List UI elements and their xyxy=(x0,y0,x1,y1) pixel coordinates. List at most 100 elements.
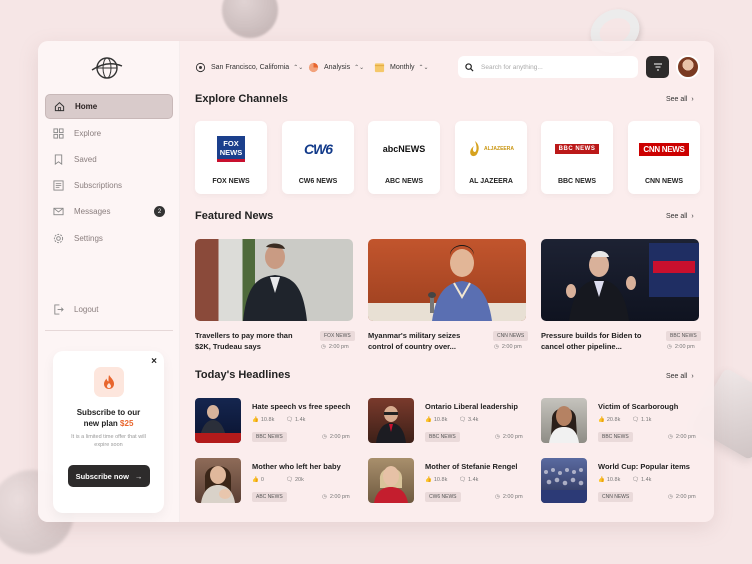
headline-title[interactable]: Hate speech vs free speech xyxy=(252,402,350,411)
headline-thumbnail[interactable] xyxy=(541,398,587,443)
headline-title[interactable]: Victim of Scarborough xyxy=(598,402,678,411)
sidebar-item-label: Saved xyxy=(74,155,97,164)
timestamp: ◷ 2:00 pm xyxy=(495,494,523,500)
subscription-promo-card: × Subscribe to our new plan $25 It is a l… xyxy=(53,351,164,513)
channel-card-cw6[interactable]: CW6 CW6 NEWS xyxy=(282,121,354,194)
app-window: Home Explore Saved Subscriptions Message… xyxy=(38,41,714,522)
comments-count: 🗨 1.1k xyxy=(632,417,652,423)
channel-card-bbc[interactable]: BBC NEWS BBC NEWS xyxy=(541,121,613,194)
likes-count: 👍 10.8k xyxy=(425,477,448,483)
cw6-logo: CW6 xyxy=(303,141,333,157)
arrow-right-icon: → xyxy=(134,471,143,481)
logout-icon xyxy=(52,304,64,316)
featured-title[interactable]: Pressure builds for Biden to cancel othe… xyxy=(541,330,651,352)
search-icon xyxy=(465,62,474,72)
headline-thumbnail[interactable] xyxy=(541,458,587,503)
comment-icon: 🗨 xyxy=(632,417,639,423)
sidebar-item-home[interactable]: Home xyxy=(45,94,173,119)
clock-icon: ◷ xyxy=(321,344,326,350)
comment-icon: 🗨 xyxy=(286,417,293,423)
bbc-news-logo: BBC NEWS xyxy=(547,133,607,165)
user-avatar[interactable] xyxy=(676,55,700,79)
sidebar-item-label: Home xyxy=(75,102,98,111)
featured-image-biden[interactable] xyxy=(541,239,699,321)
globe-logo-icon[interactable] xyxy=(90,56,124,80)
headline-thumbnail[interactable] xyxy=(368,398,414,443)
thumbs-up-icon: 👍 xyxy=(598,417,605,423)
mail-icon xyxy=(52,206,64,218)
aljazeera-logo: ALJAZEERA xyxy=(461,133,521,165)
clock-icon: ◷ xyxy=(495,494,500,500)
filter-button[interactable] xyxy=(646,56,669,78)
explore-channels-title: Explore Channels xyxy=(195,93,288,105)
headline-title[interactable]: Ontario Liberal leadership xyxy=(425,402,518,411)
logout-button[interactable]: Logout xyxy=(45,297,173,322)
thumbs-up-icon: 👍 xyxy=(252,477,259,483)
thumbs-up-icon: 👍 xyxy=(252,417,259,423)
timestamp: ◷ 2:00 pm xyxy=(495,434,523,440)
sidebar-item-saved[interactable]: Saved xyxy=(45,147,173,172)
sidebar-item-messages[interactable]: Messages 2 xyxy=(45,199,173,224)
calendar-icon xyxy=(374,62,385,73)
channel-card-fox[interactable]: FOX NEWS FOX NEWS xyxy=(195,121,267,194)
source-tag: BBC NEWS xyxy=(252,432,287,442)
headline-title[interactable]: World Cup: Popular items xyxy=(598,462,690,471)
channel-card-cnn[interactable]: CNN NEWS CNN NEWS xyxy=(628,121,700,194)
headline-thumbnail[interactable] xyxy=(195,398,241,443)
channel-card-aljazeera[interactable]: ALJAZEERA AL JAZEERA xyxy=(455,121,527,194)
headline-title[interactable]: Mother of Stefanie Rengel xyxy=(425,462,518,471)
channels-see-all-link[interactable]: See all › xyxy=(666,96,694,103)
comments-count: 🗨 1.4k xyxy=(286,417,306,423)
timestamp: ◷ 2:00 pm xyxy=(668,494,696,500)
messages-count-badge: 2 xyxy=(154,206,165,217)
featured-title[interactable]: Travellers to pay more than $2K, Trudeau… xyxy=(195,330,305,352)
subscribe-now-button[interactable]: Subscribe now → xyxy=(68,465,150,487)
featured-news-title: Featured News xyxy=(195,210,274,222)
clock-icon: ◷ xyxy=(667,344,672,350)
promo-title: Subscribe to our new plan $25 xyxy=(76,408,141,428)
clock-icon: ◷ xyxy=(322,434,327,440)
likes-count: 👍 20.8k xyxy=(598,417,621,423)
source-tag: FOX NEWS xyxy=(320,331,355,341)
source-tag: ABC NEWS xyxy=(252,492,287,502)
headline-thumbnail[interactable] xyxy=(368,458,414,503)
chevron-right-icon: › xyxy=(691,213,694,220)
headlines-see-all-link[interactable]: See all › xyxy=(666,373,694,380)
featured-image-myanmar[interactable] xyxy=(368,239,526,321)
featured-title[interactable]: Myanmar's military seizes control of cou… xyxy=(368,330,478,352)
search-placeholder: Search for anything... xyxy=(481,63,543,71)
featured-image-trudeau[interactable] xyxy=(195,239,353,321)
channel-name: BBC NEWS xyxy=(557,178,597,185)
likes-count: 👍 10.8k xyxy=(252,417,275,423)
headline-title[interactable]: Mother who left her baby xyxy=(252,462,341,471)
sidebar-item-subscriptions[interactable]: Subscriptions xyxy=(45,173,173,198)
analysis-selector[interactable]: Analysis ⌃⌄ xyxy=(308,58,364,76)
likes-count: 👍 10.8k xyxy=(598,477,621,483)
search-input[interactable]: Search for anything... xyxy=(458,56,638,78)
channel-name: AL JAZEERA xyxy=(469,178,513,185)
sidebar-item-label: Explore xyxy=(74,129,102,138)
chevron-up-down-icon: ⌃⌄ xyxy=(293,64,304,71)
channel-card-abc[interactable]: abcNEWS ABC NEWS xyxy=(368,121,440,194)
thumbs-up-icon: 👍 xyxy=(598,477,605,483)
period-selector[interactable]: Monthly ⌃⌄ xyxy=(374,58,429,76)
close-icon[interactable]: × xyxy=(151,356,157,367)
fox-news-logo: FOX NEWS xyxy=(201,133,261,165)
sidebar-item-explore[interactable]: Explore xyxy=(45,121,173,146)
location-selector[interactable]: San Francisco, California ⌃⌄ xyxy=(195,58,303,76)
thumbs-up-icon: 👍 xyxy=(425,477,432,483)
chevron-right-icon: › xyxy=(691,373,694,380)
comments-count: 🗨 3.4k xyxy=(459,417,479,423)
cnn-news-logo: CNN NEWS xyxy=(634,133,694,165)
comment-icon: 🗨 xyxy=(459,477,466,483)
headline-thumbnail[interactable] xyxy=(195,458,241,503)
channel-name: CW6 NEWS xyxy=(298,178,338,185)
clock-icon: ◷ xyxy=(495,434,500,440)
sidebar-item-settings[interactable]: Settings xyxy=(45,226,173,251)
likes-count: 👍 10.8k xyxy=(425,417,448,423)
source-tag: BBC NEWS xyxy=(666,331,701,341)
comment-icon: 🗨 xyxy=(632,477,639,483)
source-tag: CNN NEWS xyxy=(493,331,529,341)
clock-icon: ◷ xyxy=(322,494,327,500)
featured-see-all-link[interactable]: See all › xyxy=(666,213,694,220)
